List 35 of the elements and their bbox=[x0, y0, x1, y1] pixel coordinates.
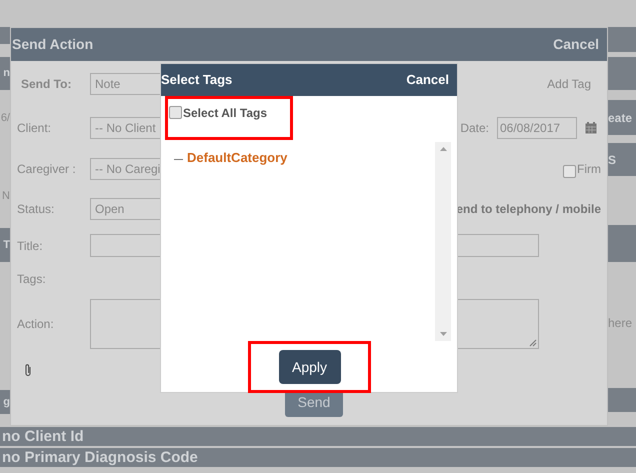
page-bar bbox=[0, 27, 10, 44]
cancel-button[interactable]: Cancel bbox=[553, 34, 599, 55]
section-header: no Client Id bbox=[0, 427, 636, 446]
scroll-up-icon[interactable] bbox=[440, 147, 446, 151]
field-label: Status: bbox=[16, 200, 56, 218]
page-fragment: S bbox=[608, 143, 636, 176]
date-field[interactable]: 06/08/2017 bbox=[497, 117, 577, 139]
page-fragment: n bbox=[0, 57, 10, 90]
date-label: Date: bbox=[460, 120, 489, 137]
field-label: Client: bbox=[16, 120, 52, 137]
page-bar bbox=[608, 27, 636, 52]
checkbox[interactable] bbox=[563, 164, 576, 178]
resize-grip-icon[interactable] bbox=[529, 339, 537, 347]
apply-button[interactable]: Apply bbox=[278, 350, 340, 384]
field-label: Tags: bbox=[16, 270, 47, 288]
page-fragment: g bbox=[0, 390, 10, 414]
firm-label: Firm bbox=[577, 160, 601, 178]
paperclip-icon[interactable] bbox=[24, 363, 32, 377]
section-header: no Primary Diagnosis Code bbox=[0, 448, 636, 467]
field-label: Title: bbox=[16, 238, 44, 254]
page-bar bbox=[608, 57, 636, 90]
field-label: Send To: bbox=[20, 76, 72, 93]
page-bar bbox=[608, 388, 636, 412]
page-fragment: T bbox=[0, 228, 10, 262]
dialog-title: Send Action bbox=[12, 35, 94, 54]
field-label: Caregiver : bbox=[16, 160, 77, 178]
calendar-icon[interactable] bbox=[585, 122, 597, 134]
scroll-down-icon[interactable] bbox=[440, 332, 446, 336]
page-bar bbox=[608, 225, 636, 262]
scrollbar[interactable] bbox=[435, 142, 451, 341]
cancel-button[interactable]: Cancel bbox=[406, 70, 449, 90]
page-fragment: eate bbox=[608, 100, 636, 135]
checkbox[interactable] bbox=[169, 106, 182, 119]
add-tag-link[interactable]: Add Tag bbox=[547, 75, 591, 93]
field-label: Action: bbox=[16, 316, 55, 333]
